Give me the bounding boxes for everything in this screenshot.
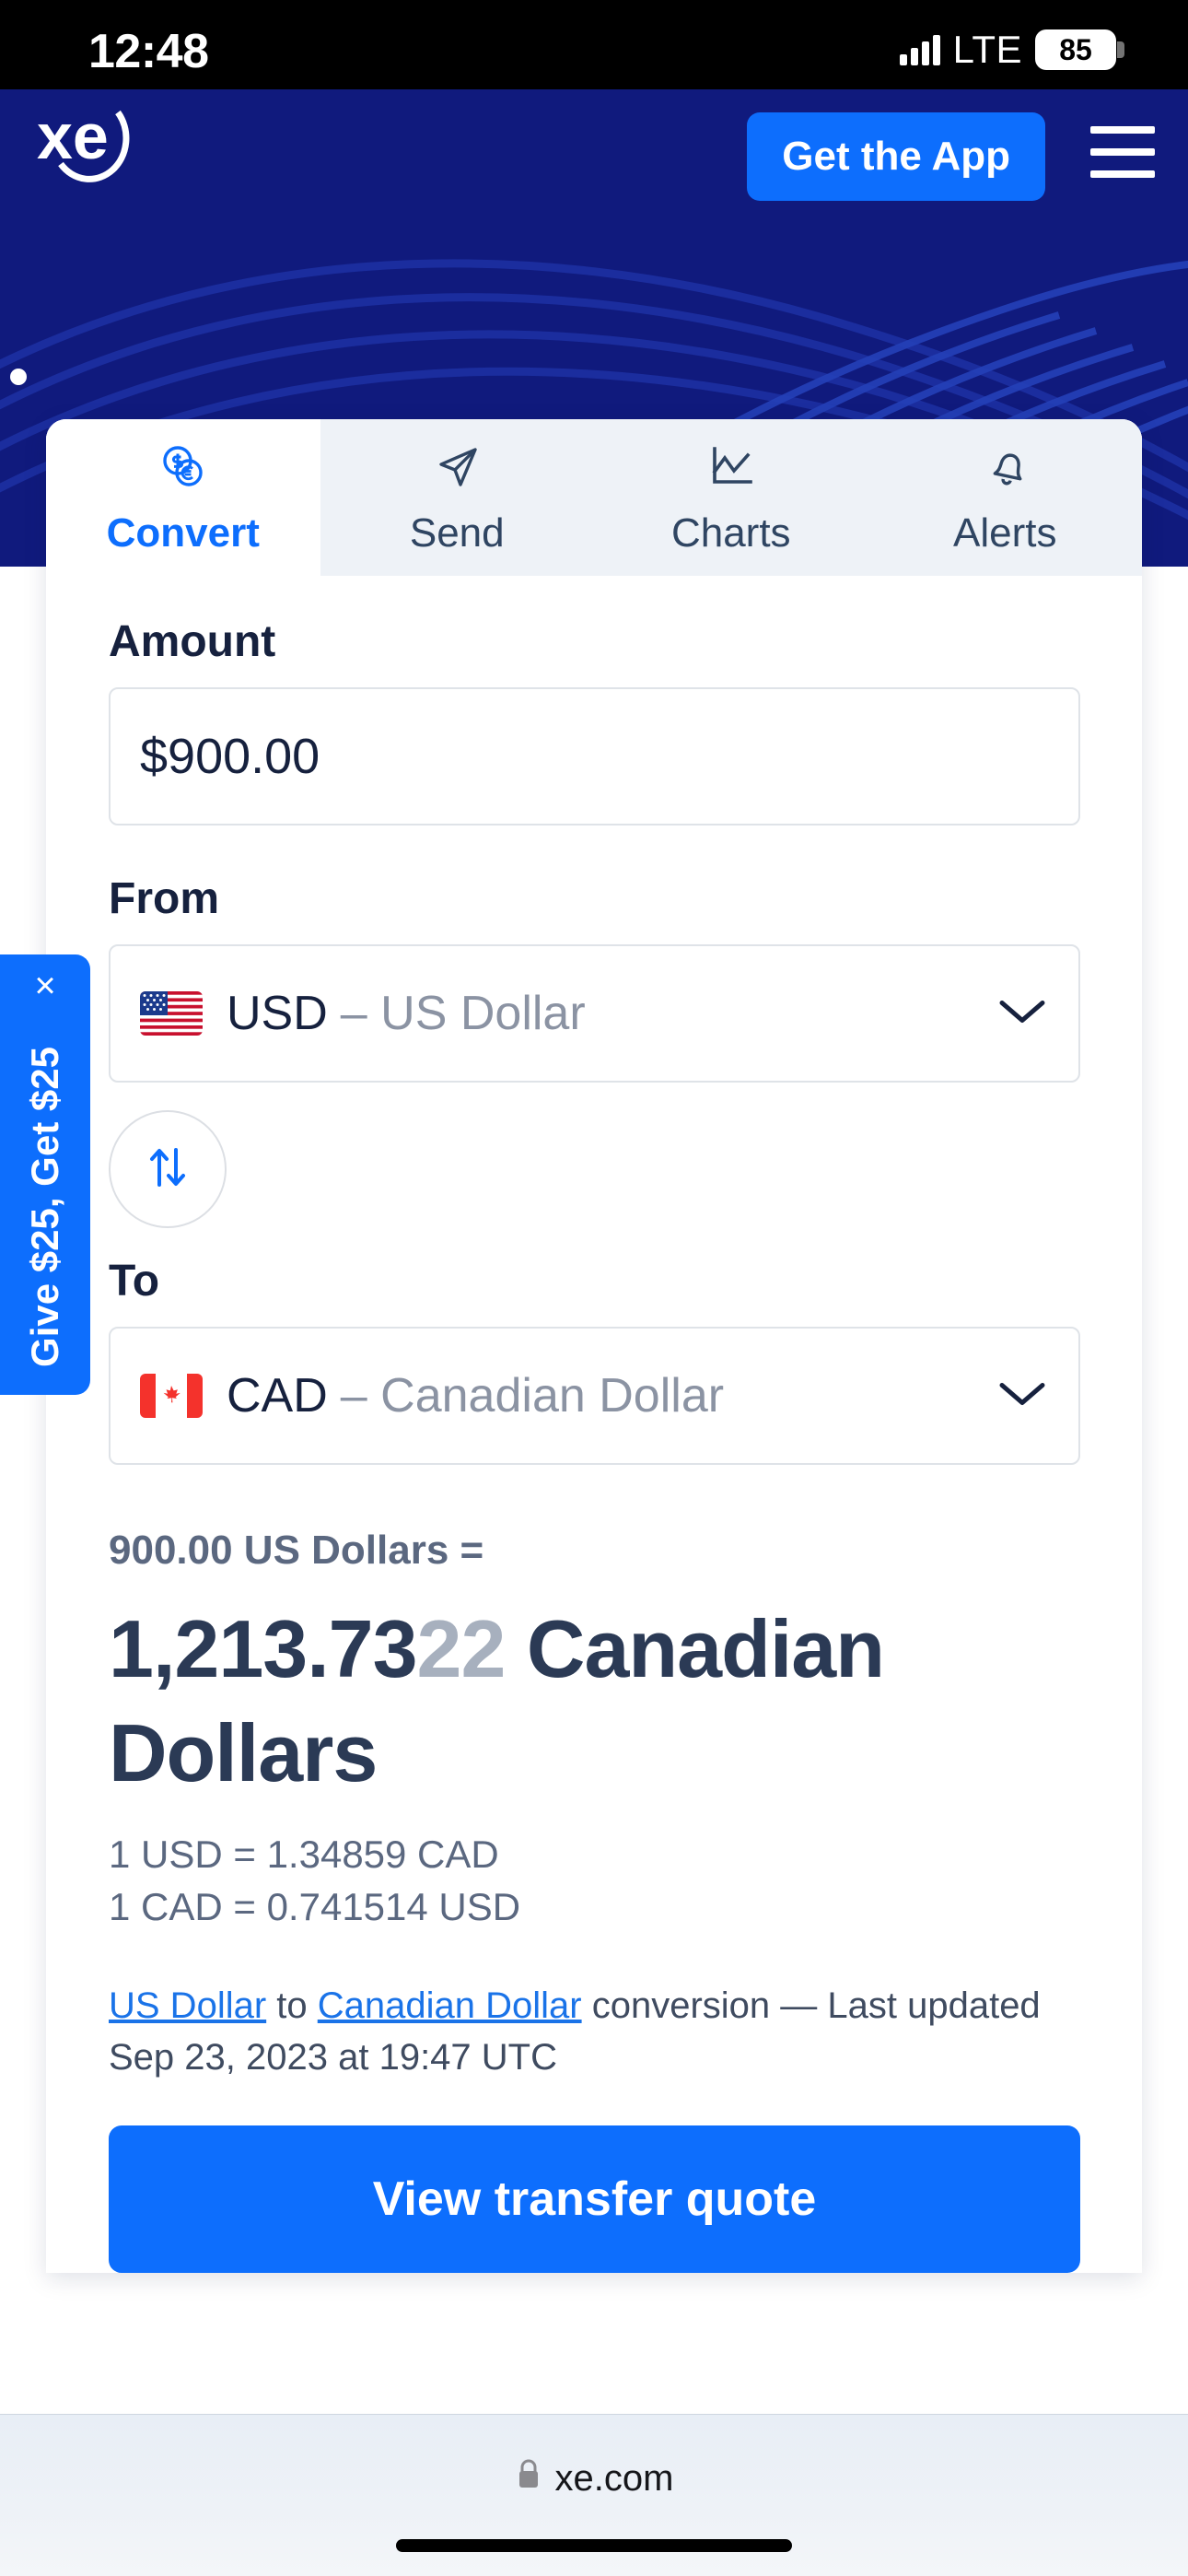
link-from-currency[interactable]: US Dollar [109,1985,266,2026]
tab-convert-label: Convert [106,510,260,556]
amount-label: Amount [109,617,276,666]
xe-logo[interactable]: xe [37,103,173,186]
to-currency-name: – Canadian Dollar [340,1369,725,1423]
svg-text:xe: xe [37,103,109,172]
from-currency-select[interactable]: USD – US Dollar [109,944,1080,1083]
from-label: From [109,874,219,923]
battery-icon: 85 [1035,29,1124,70]
lock-icon [515,2457,542,2500]
phone-screen: 12:48 LTE 85 xe Get the App Convert Send… [0,0,1188,2576]
close-icon[interactable]: × [0,967,90,1004]
from-currency-name: – US Dollar [340,987,586,1040]
to-label: To [109,1257,160,1306]
header-bar: xe Get the App [0,89,1188,201]
line-chart-icon [705,439,758,496]
tab-convert[interactable]: Convert [46,419,320,576]
hamburger-menu-icon[interactable] [1090,126,1155,178]
from-currency-code: USD [227,987,328,1040]
chevron-down-icon [997,996,1047,1032]
get-the-app-button[interactable]: Get the App [747,112,1045,201]
status-bar: 12:48 LTE 85 [0,0,1188,89]
network-type-label: LTE [952,28,1022,71]
currency-converter-card: Convert Send Charts Alerts Amount $900.0… [46,419,1142,2273]
exchange-rates: 1 USD = 1.34859 CAD 1 CAD = 0.741514 USD [109,1829,1079,1933]
tab-charts[interactable]: Charts [594,419,868,576]
home-indicator [396,2539,792,2552]
converter-tabs: Convert Send Charts Alerts [46,419,1142,576]
chevron-down-icon [997,1378,1047,1414]
bell-icon [978,439,1031,496]
conversion-equation: 900.00 US Dollars = [109,1528,484,1573]
signal-strength-icon [899,34,940,65]
converter-body: Amount $900.00 From USD – US Dollar To C… [46,576,1142,2273]
xe-logo-icon: xe [37,103,130,182]
conversion-result: 1,213.7322 Canadian Dollars [109,1598,1079,1805]
note-mid: to [266,1985,318,2026]
view-transfer-quote-button[interactable]: View transfer quote [109,2125,1080,2273]
tab-charts-label: Charts [670,510,791,556]
amount-input[interactable]: $900.00 [109,687,1080,825]
us-flag-icon [140,991,203,1036]
ca-flag-icon [140,1374,203,1418]
swap-arrows-icon [142,1141,193,1199]
to-currency-code: CAD [227,1369,328,1423]
referral-side-tab[interactable]: × Give $25, Get $25 [0,954,90,1395]
address-bar[interactable]: xe.com [0,2457,1188,2500]
battery-percent-label: 85 [1059,32,1092,66]
status-indicators: LTE 85 [899,28,1124,72]
conversion-amount-decimals: 22 [416,1603,507,1694]
status-time: 12:48 [88,25,209,78]
address-bar-url: xe.com [554,2457,674,2499]
swap-currencies-button[interactable] [109,1110,227,1228]
coins-exchange-icon [157,439,210,496]
rate-line: 1 CAD = 0.741514 USD [109,1884,521,1928]
conversion-note: US Dollar to Canadian Dollar conversion … [109,1980,1079,2083]
swap-row [109,1110,1079,1228]
referral-side-tab-label: Give $25, Get $25 [23,1047,66,1367]
conversion-amount-main: 1,213.73 [109,1603,418,1694]
tab-send-label: Send [409,510,505,556]
tab-alerts[interactable]: Alerts [868,419,1142,576]
tab-send[interactable]: Send [320,419,594,576]
link-to-currency[interactable]: Canadian Dollar [318,1985,582,2026]
paper-plane-icon [430,439,483,496]
tab-alerts-label: Alerts [953,510,1057,556]
referral-side-tab-text-wrap: Give $25, Get $25 [0,1025,90,1389]
browser-bottom-bar: xe.com [0,2414,1188,2576]
rate-line: 1 USD = 1.34859 CAD [109,1832,499,1877]
to-currency-select[interactable]: CAD – Canadian Dollar [109,1327,1080,1465]
